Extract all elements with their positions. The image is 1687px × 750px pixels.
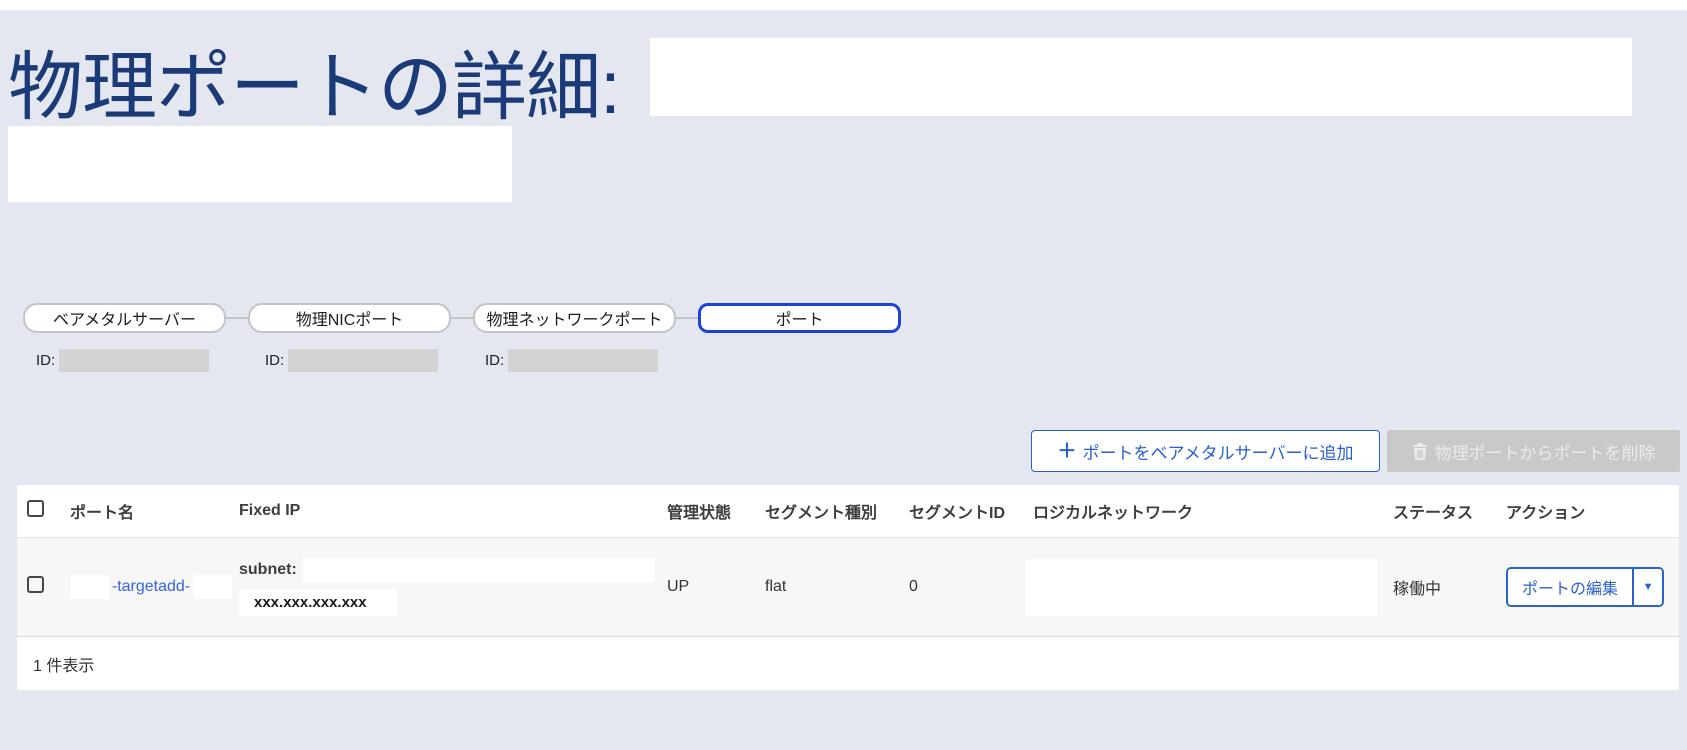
column-fixed-ip: Fixed IP xyxy=(239,502,301,519)
ports-table-footer: 1 件表示 xyxy=(17,637,1679,690)
redacted-port-name-suffix xyxy=(193,575,232,599)
chain-node-label: ポート xyxy=(775,312,824,329)
resource-chain: ベアメタルサーバー 物理NICポート 物理ネットワークポート ポート xyxy=(23,303,901,333)
chain-connector xyxy=(451,317,473,319)
table-row: -targetadd- subnet: xxx.xxx.xxx.xxx UP f… xyxy=(17,538,1679,637)
physical-nic-port-id: ID: xyxy=(265,349,439,372)
column-port-name: ポート名 xyxy=(70,505,135,522)
delete-port-from-physical-port-button[interactable]: 物理ポートからポートを削除 xyxy=(1387,430,1680,472)
chain-node-baremetal-server[interactable]: ベアメタルサーバー xyxy=(23,303,226,333)
id-label: ID: xyxy=(36,352,56,369)
ports-table-header: ポート名 Fixed IP 管理状態 セグメント種別 セグメントID ロジカルネ… xyxy=(17,485,1679,538)
chain-node-label: 物理NICポート xyxy=(295,312,404,329)
admin-state-cell: UP xyxy=(667,578,690,595)
redacted-id-value xyxy=(288,349,439,372)
redacted-subtitle-block xyxy=(8,126,512,202)
chain-node-label: ベアメタルサーバー xyxy=(52,312,197,329)
id-label: ID: xyxy=(265,352,285,369)
logical-network-cell xyxy=(1026,558,1386,616)
redacted-id-value xyxy=(508,349,659,372)
id-label: ID: xyxy=(485,352,505,369)
column-segment-id: セグメントID xyxy=(909,505,1006,522)
chain-connector xyxy=(676,317,698,319)
port-name-link[interactable]: -targetadd- xyxy=(112,578,190,596)
edit-port-button[interactable]: ポートの編集 xyxy=(1508,569,1633,605)
column-admin-state: 管理状態 xyxy=(667,505,732,522)
edit-port-dropdown-toggle[interactable]: ▼ xyxy=(1632,569,1663,605)
segment-type-cell: flat xyxy=(765,578,787,595)
segment-id-cell: 0 xyxy=(909,578,918,595)
status-cell: 稼働中 xyxy=(1393,581,1442,598)
row-checkbox[interactable] xyxy=(27,576,44,593)
items-count-text: 1 件表示 xyxy=(33,657,95,675)
trash-icon xyxy=(1412,442,1427,460)
redacted-subnet-value xyxy=(302,558,654,582)
header-checkbox-cell xyxy=(17,500,60,522)
redacted-port-name-prefix xyxy=(70,575,109,599)
action-cell: ポートの編集 ▼ xyxy=(1499,567,1679,607)
chain-node-label: 物理ネットワークポート xyxy=(486,312,663,329)
column-action: アクション xyxy=(1506,505,1586,522)
masked-ip-value: xxx.xxx.xxx.xxx xyxy=(239,589,397,616)
chain-node-physical-nic-port[interactable]: 物理NICポート xyxy=(248,303,451,333)
subnet-label: subnet: xyxy=(239,561,297,578)
chain-node-physical-network-port[interactable]: 物理ネットワークポート xyxy=(473,303,676,333)
top-white-strip xyxy=(0,0,1687,10)
subnet-line: subnet: xyxy=(239,558,660,582)
add-port-button-label: ポートをベアメタルサーバーに追加 xyxy=(1082,443,1354,463)
delete-port-button-label: 物理ポートからポートを削除 xyxy=(1434,443,1656,463)
chain-id-row: ID: ID: ID: xyxy=(36,349,936,375)
redacted-id-value xyxy=(59,349,210,372)
column-segment-type: セグメント種別 xyxy=(765,505,878,522)
physical-port-detail-page: 物理ポートの詳細: ベアメタルサーバー 物理NICポート 物理ネットワークポート… xyxy=(0,0,1687,750)
redacted-logical-network-value xyxy=(1026,558,1378,616)
redacted-port-title-value xyxy=(650,38,1632,116)
chain-node-port-active[interactable]: ポート xyxy=(698,303,901,333)
add-port-to-baremetal-button[interactable]: ＋ ポートをベアメタルサーバーに追加 xyxy=(1031,430,1380,472)
page-title: 物理ポートの詳細: xyxy=(8,45,621,129)
fixed-ip-cell: subnet: xxx.xxx.xxx.xxx xyxy=(232,558,660,616)
row-checkbox-cell xyxy=(17,576,60,598)
ports-table: ポート名 Fixed IP 管理状態 セグメント種別 セグメントID ロジカルネ… xyxy=(17,485,1679,690)
column-status: ステータス xyxy=(1393,505,1474,522)
physical-network-port-id: ID: xyxy=(485,349,659,372)
baremetal-server-id: ID: xyxy=(36,349,210,372)
select-all-checkbox[interactable] xyxy=(27,500,44,517)
chain-connector xyxy=(226,317,248,319)
caret-down-icon: ▼ xyxy=(1642,581,1654,593)
plus-icon: ＋ xyxy=(1057,440,1077,462)
port-name-cell: -targetadd- xyxy=(60,575,232,599)
edit-port-split-button: ポートの編集 ▼ xyxy=(1506,567,1665,607)
column-logical-network: ロジカルネットワーク xyxy=(1033,505,1194,522)
